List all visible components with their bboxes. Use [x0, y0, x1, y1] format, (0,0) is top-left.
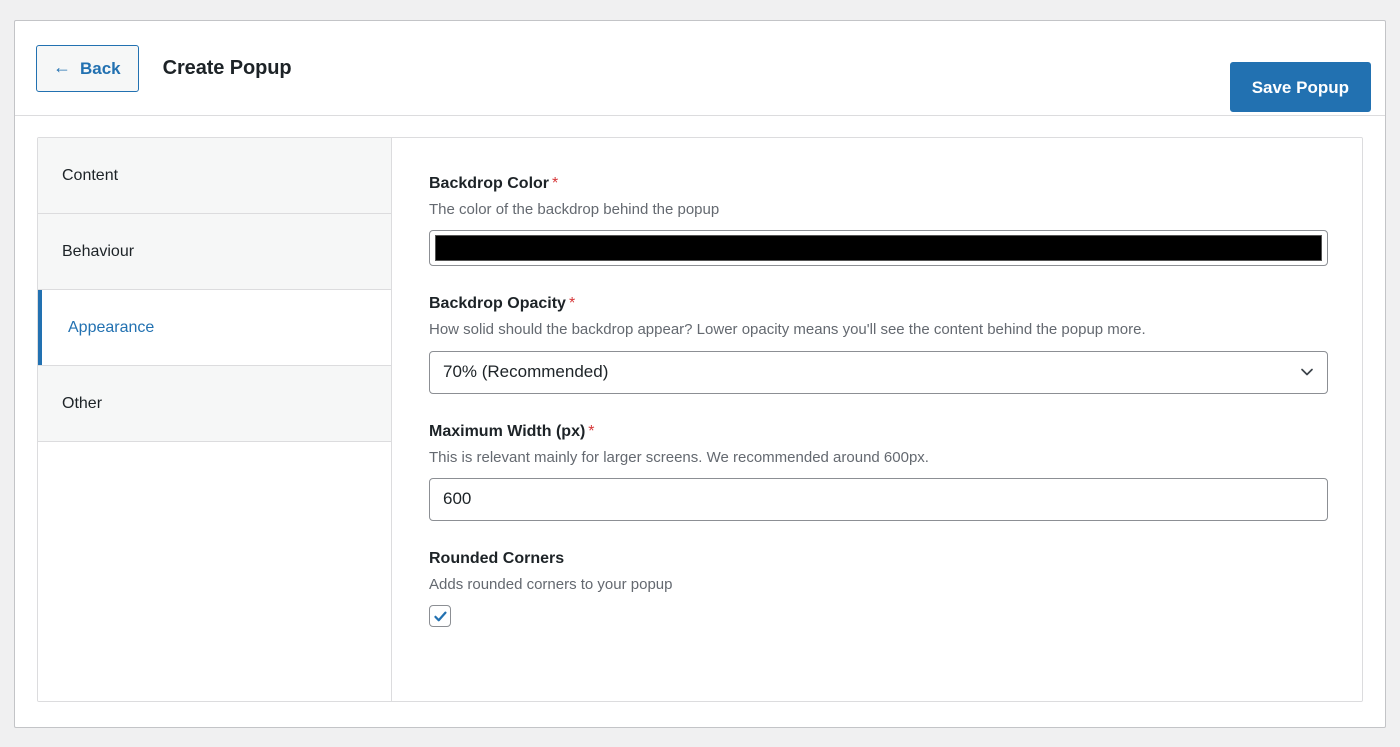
sidebar-item-label: Appearance — [68, 318, 155, 336]
settings-sidebar: Content Behaviour Appearance Other — [38, 138, 392, 701]
sidebar-item-label: Behaviour — [62, 242, 135, 260]
popup-editor-card: ← Back Create Popup Save Popup Content B… — [14, 20, 1386, 728]
check-icon — [433, 609, 448, 624]
arrow-left-icon: ← — [53, 57, 71, 77]
backdrop-opacity-select[interactable]: 70% (Recommended) — [429, 350, 1328, 394]
field-label-text: Backdrop Opacity — [429, 295, 566, 313]
rounded-corners-checkbox[interactable] — [429, 605, 451, 627]
settings-panel: Content Behaviour Appearance Other Backd… — [37, 137, 1363, 702]
sidebar-item-behaviour[interactable]: Behaviour — [38, 214, 391, 290]
field-label: Backdrop Opacity * — [429, 294, 1328, 314]
sidebar-item-label: Content — [62, 166, 119, 184]
required-asterisk: * — [552, 175, 559, 192]
app-root: ← Back Create Popup Save Popup Content B… — [0, 0, 1400, 747]
chevron-down-icon — [1300, 365, 1314, 379]
backdrop-color-input[interactable] — [429, 230, 1328, 267]
settings-content: Backdrop Color * The color of the backdro… — [392, 138, 1362, 701]
save-popup-button-label: Save Popup — [1251, 77, 1349, 97]
field-label-text: Backdrop Color — [429, 175, 550, 192]
field-label-text: Maximum Width (px) — [429, 422, 586, 440]
sidebar-item-appearance[interactable]: Appearance — [38, 290, 391, 366]
backdrop-opacity-selected-value: 70% (Recommended) — [443, 362, 609, 381]
field-maximum-width: Maximum Width (px) * This is relevant mai… — [429, 422, 1328, 521]
field-backdrop-color: Backdrop Color * The color of the backdro… — [429, 174, 1328, 267]
save-popup-button[interactable]: Save Popup — [1229, 62, 1371, 112]
maximum-width-input[interactable] — [429, 477, 1328, 521]
field-help-text: The color of the backdrop behind the pop… — [429, 201, 720, 218]
field-backdrop-opacity: Backdrop Opacity * How solid should the b… — [429, 294, 1328, 394]
required-asterisk: * — [568, 295, 576, 313]
sidebar-item-label: Other — [62, 394, 103, 412]
sidebar-item-other[interactable]: Other — [38, 366, 391, 442]
field-help-text: Adds rounded corners to your popup — [429, 575, 673, 593]
sidebar-item-content[interactable]: Content — [38, 138, 391, 214]
back-button-label: Back — [80, 58, 121, 78]
field-label: Rounded Corners — [429, 549, 1328, 569]
editor-body: Content Behaviour Appearance Other Backd… — [15, 116, 1385, 728]
field-help-text: How solid should the backdrop appear? Lo… — [429, 321, 1146, 339]
field-label-text: Rounded Corners — [429, 549, 565, 567]
field-rounded-corners: Rounded Corners Adds rounded corners to … — [429, 549, 1328, 629]
back-button[interactable]: ← Back — [36, 44, 139, 92]
required-asterisk: * — [588, 422, 595, 440]
field-label: Maximum Width (px) * — [429, 422, 1328, 442]
color-swatch — [435, 235, 1322, 262]
page-title: Create Popup — [162, 56, 292, 79]
field-help-text: This is relevant mainly for larger scree… — [429, 448, 929, 466]
field-label: Backdrop Color * — [429, 174, 1328, 194]
editor-header: ← Back Create Popup Save Popup — [15, 21, 1385, 116]
